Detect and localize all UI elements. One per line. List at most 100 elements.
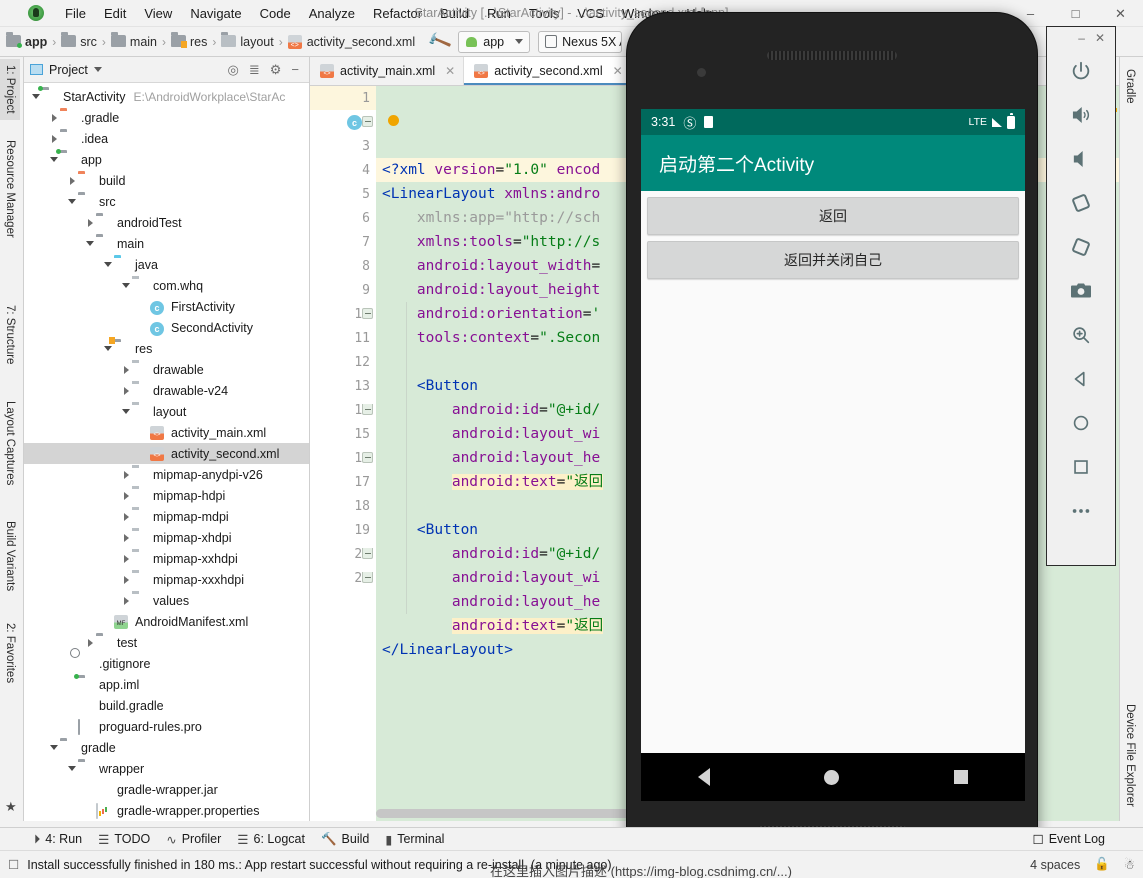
menu-item-analyze[interactable]: Analyze [300, 3, 364, 24]
tree-node-mipmap-xxxhdpi[interactable]: mipmap-xxxhdpi [24, 569, 309, 590]
overview-icon[interactable] [1058, 445, 1104, 489]
locate-icon[interactable]: ◎ [228, 62, 239, 78]
breadcrumb-app[interactable]: app [6, 32, 47, 49]
tree-node-res[interactable]: res [24, 338, 309, 359]
tree-node-activity-second-xml[interactable]: <> activity_second.xml [24, 443, 309, 464]
tree-node-wrapper[interactable]: wrapper [24, 758, 309, 779]
tool-window-profiler[interactable]: ∿ Profiler [166, 832, 221, 847]
window-close-button[interactable]: ✕ [1098, 0, 1143, 27]
emulator-minimize-button[interactable]: – [1078, 31, 1085, 45]
close-icon[interactable]: ✕ [445, 64, 455, 78]
menu-item-build[interactable]: Build [431, 3, 478, 24]
breadcrumb-layout[interactable]: layout [221, 32, 274, 49]
zoom-icon[interactable] [1058, 313, 1104, 357]
chevron-down-icon[interactable] [93, 67, 102, 72]
sidebar-item-structure[interactable]: 7: Structure [0, 299, 20, 370]
indent-setting[interactable]: 4 spaces [1030, 858, 1080, 872]
tree-node-mipmap-xhdpi[interactable]: mipmap-xhdpi [24, 527, 309, 548]
chevron-right-icon[interactable] [66, 177, 78, 185]
menu-item-navigate[interactable]: Navigate [181, 3, 250, 24]
device-selector[interactable]: Nexus 5X A [538, 30, 623, 53]
chevron-right-icon[interactable] [120, 534, 132, 542]
tree-node--idea[interactable]: .idea [24, 128, 309, 149]
gear-icon[interactable]: ⚙ [270, 62, 282, 78]
tree-node-src[interactable]: src [24, 191, 309, 212]
favorites-star-icon[interactable]: ★ [5, 799, 17, 815]
inspector-icon[interactable]: ☃ [1124, 857, 1135, 872]
menu-item-file[interactable]: File [56, 3, 95, 24]
chevron-right-icon[interactable] [120, 471, 132, 479]
menu-item-run[interactable]: Run [478, 3, 520, 24]
nav-recents-icon[interactable] [953, 770, 968, 784]
sidebar-item-layout-captures[interactable]: Layout Captures [0, 395, 20, 491]
chevron-down-icon[interactable] [48, 157, 60, 162]
tree-node-build[interactable]: build [24, 170, 309, 191]
tree-node-proguard-rules-pro[interactable]: proguard-rules.pro [24, 716, 309, 737]
breadcrumb-src[interactable]: src [61, 32, 97, 49]
editor-tab-activity_main-xml[interactable]: <> activity_main.xml ✕ [310, 57, 465, 85]
code-fold-toggle[interactable] [362, 404, 373, 415]
chevron-down-icon[interactable] [102, 262, 114, 267]
tree-node-secondactivity[interactable]: c SecondActivity [24, 317, 309, 338]
chevron-right-icon[interactable] [120, 513, 132, 521]
chevron-down-icon[interactable] [66, 199, 78, 204]
code-fold-toggle[interactable] [362, 572, 373, 583]
chevron-down-icon[interactable] [120, 409, 132, 414]
tree-node-layout[interactable]: layout [24, 401, 309, 422]
tool-window-6-logcat[interactable]: ☰ 6: Logcat [237, 832, 305, 847]
volume-down-icon[interactable] [1058, 137, 1104, 181]
chevron-right-icon[interactable] [48, 114, 60, 122]
code-fold-toggle[interactable] [362, 452, 373, 463]
volume-up-icon[interactable] [1058, 93, 1104, 137]
emulator-close-button[interactable]: ✕ [1095, 31, 1105, 45]
chevron-right-icon[interactable] [48, 135, 60, 143]
emulator-screen[interactable]: 3:31 Ⓢ LTE 启动第二个Activity 返回 返回并关闭自己 [641, 109, 1025, 801]
editor-tab-activity_second-xml[interactable]: <> activity_second.xml ✕ [464, 57, 632, 85]
back-icon[interactable] [1058, 357, 1104, 401]
code-fold-toggle[interactable] [362, 548, 373, 559]
tree-node-app-iml[interactable]: app.iml [24, 674, 309, 695]
tree-node-mipmap-xxhdpi[interactable]: mipmap-xxhdpi [24, 548, 309, 569]
close-icon[interactable]: ✕ [613, 64, 623, 78]
chevron-right-icon[interactable] [120, 366, 132, 374]
menu-item-view[interactable]: View [135, 3, 181, 24]
chevron-down-icon[interactable] [30, 94, 42, 99]
app-button-back-and-finish[interactable]: 返回并关闭自己 [647, 241, 1019, 279]
sidebar-item-build-variants[interactable]: Build Variants [0, 515, 20, 597]
chevron-right-icon[interactable] [120, 576, 132, 584]
sidebar-item-gradle[interactable]: Gradle [1120, 63, 1140, 110]
chevron-down-icon[interactable] [84, 241, 96, 246]
tool-window-terminal[interactable]: ▮ Terminal [385, 832, 444, 847]
sidebar-item-favorites[interactable]: 2: Favorites [0, 617, 20, 689]
editor-gutter[interactable]: 12c3456789101112131415161718192021 [310, 86, 376, 821]
window-maximize-button[interactable]: □ [1053, 0, 1098, 27]
chevron-down-icon[interactable] [102, 346, 114, 351]
project-tree[interactable]: StarActivity E:\AndroidWorkplace\StarAc .g… [24, 83, 309, 821]
sidebar-item-device-file-explorer[interactable]: Device File Explorer [1120, 698, 1140, 813]
chevron-right-icon[interactable] [120, 597, 132, 605]
tree-node-test[interactable]: test [24, 632, 309, 653]
menu-item-vcs[interactable]: VCS [568, 3, 613, 24]
more-icon[interactable] [1058, 489, 1104, 533]
run-configuration-selector[interactable]: app [458, 30, 531, 53]
tree-node-app[interactable]: app [24, 149, 309, 170]
tree-node-gradle[interactable]: gradle [24, 737, 309, 758]
tree-node-androidtest[interactable]: androidTest [24, 212, 309, 233]
chevron-down-icon[interactable] [120, 283, 132, 288]
code-fold-toggle[interactable] [362, 116, 373, 127]
tool-window-build[interactable]: 🔨 Build [321, 832, 369, 847]
tool-window-4-run[interactable]: ⏵ 4: Run [34, 832, 82, 847]
event-log-button[interactable]: ☐ Event Log [1032, 832, 1105, 847]
tree-node-staractivity[interactable]: StarActivity E:\AndroidWorkplace\StarAc [24, 86, 309, 107]
rotate-right-icon[interactable] [1058, 225, 1104, 269]
tree-node-build-gradle[interactable]: build.gradle [24, 695, 309, 716]
breadcrumb-file[interactable]: <> activity_second.xml [287, 35, 415, 49]
hide-icon[interactable]: − [291, 62, 299, 77]
chevron-right-icon[interactable] [84, 639, 96, 647]
chevron-right-icon[interactable] [120, 387, 132, 395]
menu-item-edit[interactable]: Edit [95, 3, 135, 24]
nav-back-icon[interactable] [698, 768, 711, 786]
nav-home-icon[interactable] [824, 769, 840, 785]
home-icon[interactable] [1058, 401, 1104, 445]
tree-node-activity-main-xml[interactable]: <> activity_main.xml [24, 422, 309, 443]
